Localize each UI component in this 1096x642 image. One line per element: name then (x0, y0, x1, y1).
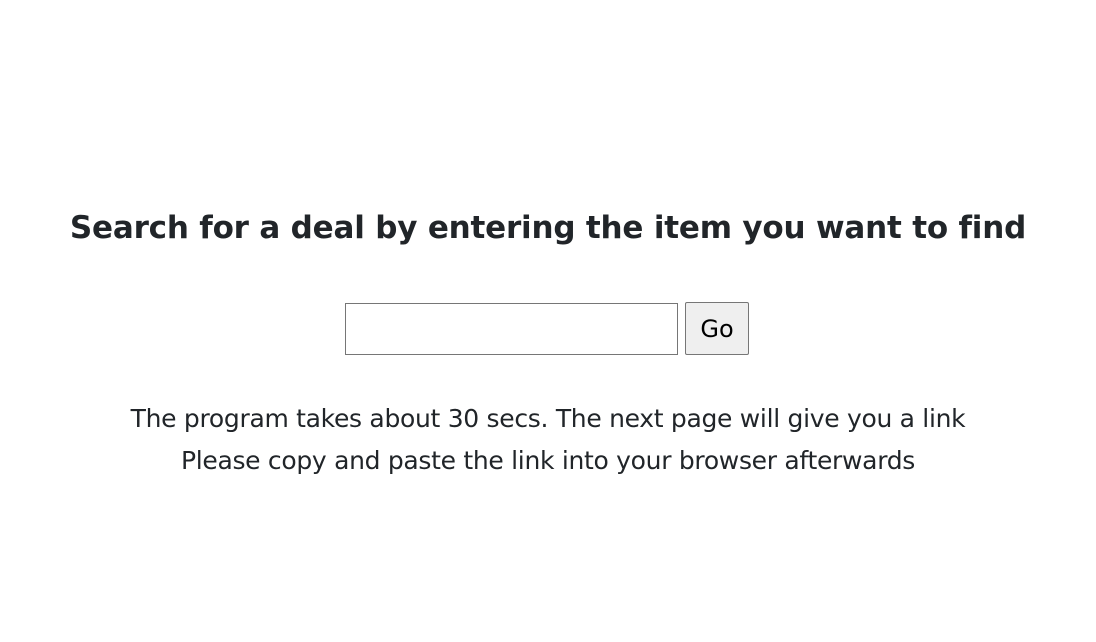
search-input[interactable] (345, 303, 678, 355)
info-line-2: Please copy and paste the link into your… (180, 446, 916, 475)
go-button[interactable]: Go (685, 302, 749, 355)
page-title: Search for a deal by entering the item y… (69, 210, 1027, 246)
info-text: The program takes about 30 secs. The nex… (0, 398, 1096, 482)
page: Search for a deal by entering the item y… (0, 0, 1096, 642)
info-line-1: The program takes about 30 secs. The nex… (130, 404, 966, 433)
search-form: Go (345, 302, 755, 355)
